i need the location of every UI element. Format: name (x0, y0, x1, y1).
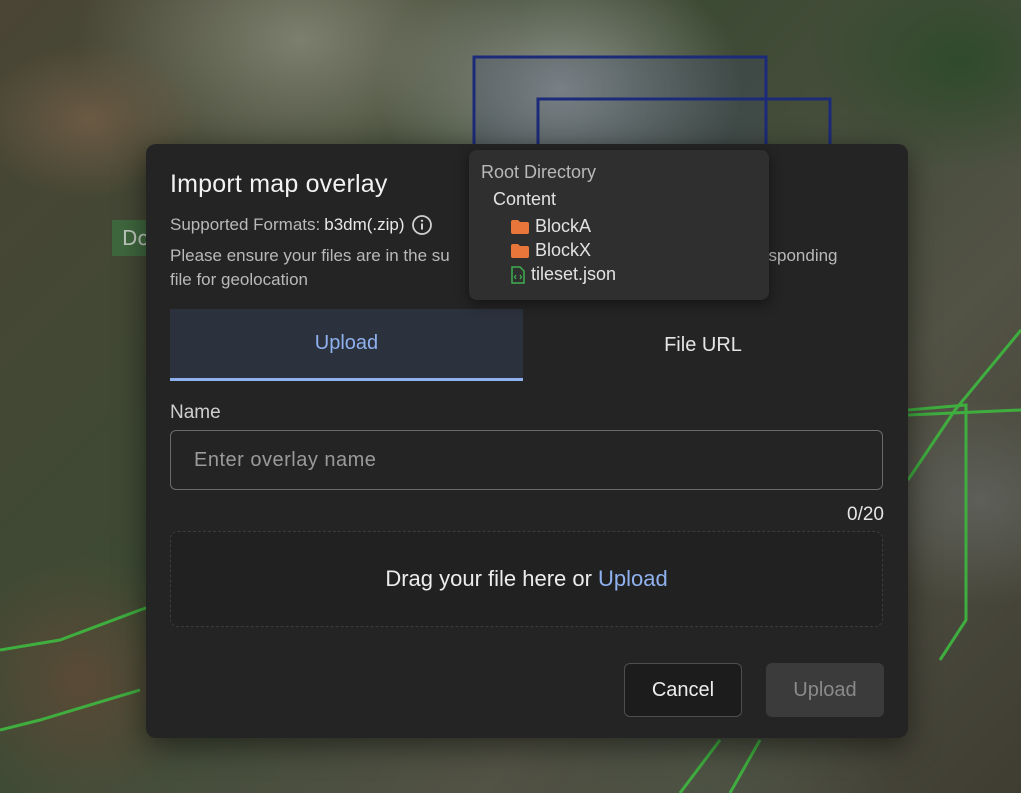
folder-icon (511, 243, 529, 258)
folder-icon (511, 219, 529, 234)
formats-value: b3dm(.zip) (324, 215, 405, 234)
tree-item-label: BlockX (535, 240, 592, 260)
file-dropzone[interactable]: Drag your file here or Upload (170, 531, 883, 627)
tree-item-label: BlockA (535, 216, 592, 236)
tree-item-blockx: BlockX (511, 240, 591, 261)
supported-formats: Supported Formats: b3dm(.zip) (170, 214, 433, 236)
tab-file-url[interactable]: File URL (523, 309, 883, 381)
tree-item-label: tileset.json (531, 264, 617, 284)
overlay-name-input[interactable] (170, 430, 883, 490)
cancel-button[interactable]: Cancel (624, 663, 742, 717)
formats-label: Supported Formats: (170, 215, 321, 234)
tree-content-label: Content (493, 189, 557, 209)
upload-mode-tabs: Upload File URL (170, 309, 883, 381)
instructions-text: Please ensure your files are in the su (170, 246, 450, 265)
tree-root-label: Root Directory (481, 162, 597, 182)
tab-upload[interactable]: Upload (170, 309, 523, 381)
dialog-title: Import map overlay (170, 170, 388, 198)
instructions-line2: file for geolocation (170, 270, 308, 289)
tree-item-tileset: tileset.json (511, 264, 616, 285)
dropzone-text: Drag your file here or (385, 566, 592, 591)
tree-item-blocka: BlockA (511, 216, 591, 237)
dropzone-upload-link[interactable]: Upload (598, 566, 668, 592)
directory-structure-tooltip: Root Directory Content BlockA BlockX til… (469, 150, 769, 300)
name-char-counter: 0/20 (847, 504, 884, 525)
name-label: Name (170, 402, 221, 423)
upload-button[interactable]: Upload (766, 663, 884, 717)
info-icon[interactable] (411, 214, 433, 236)
file-code-icon (511, 265, 525, 284)
